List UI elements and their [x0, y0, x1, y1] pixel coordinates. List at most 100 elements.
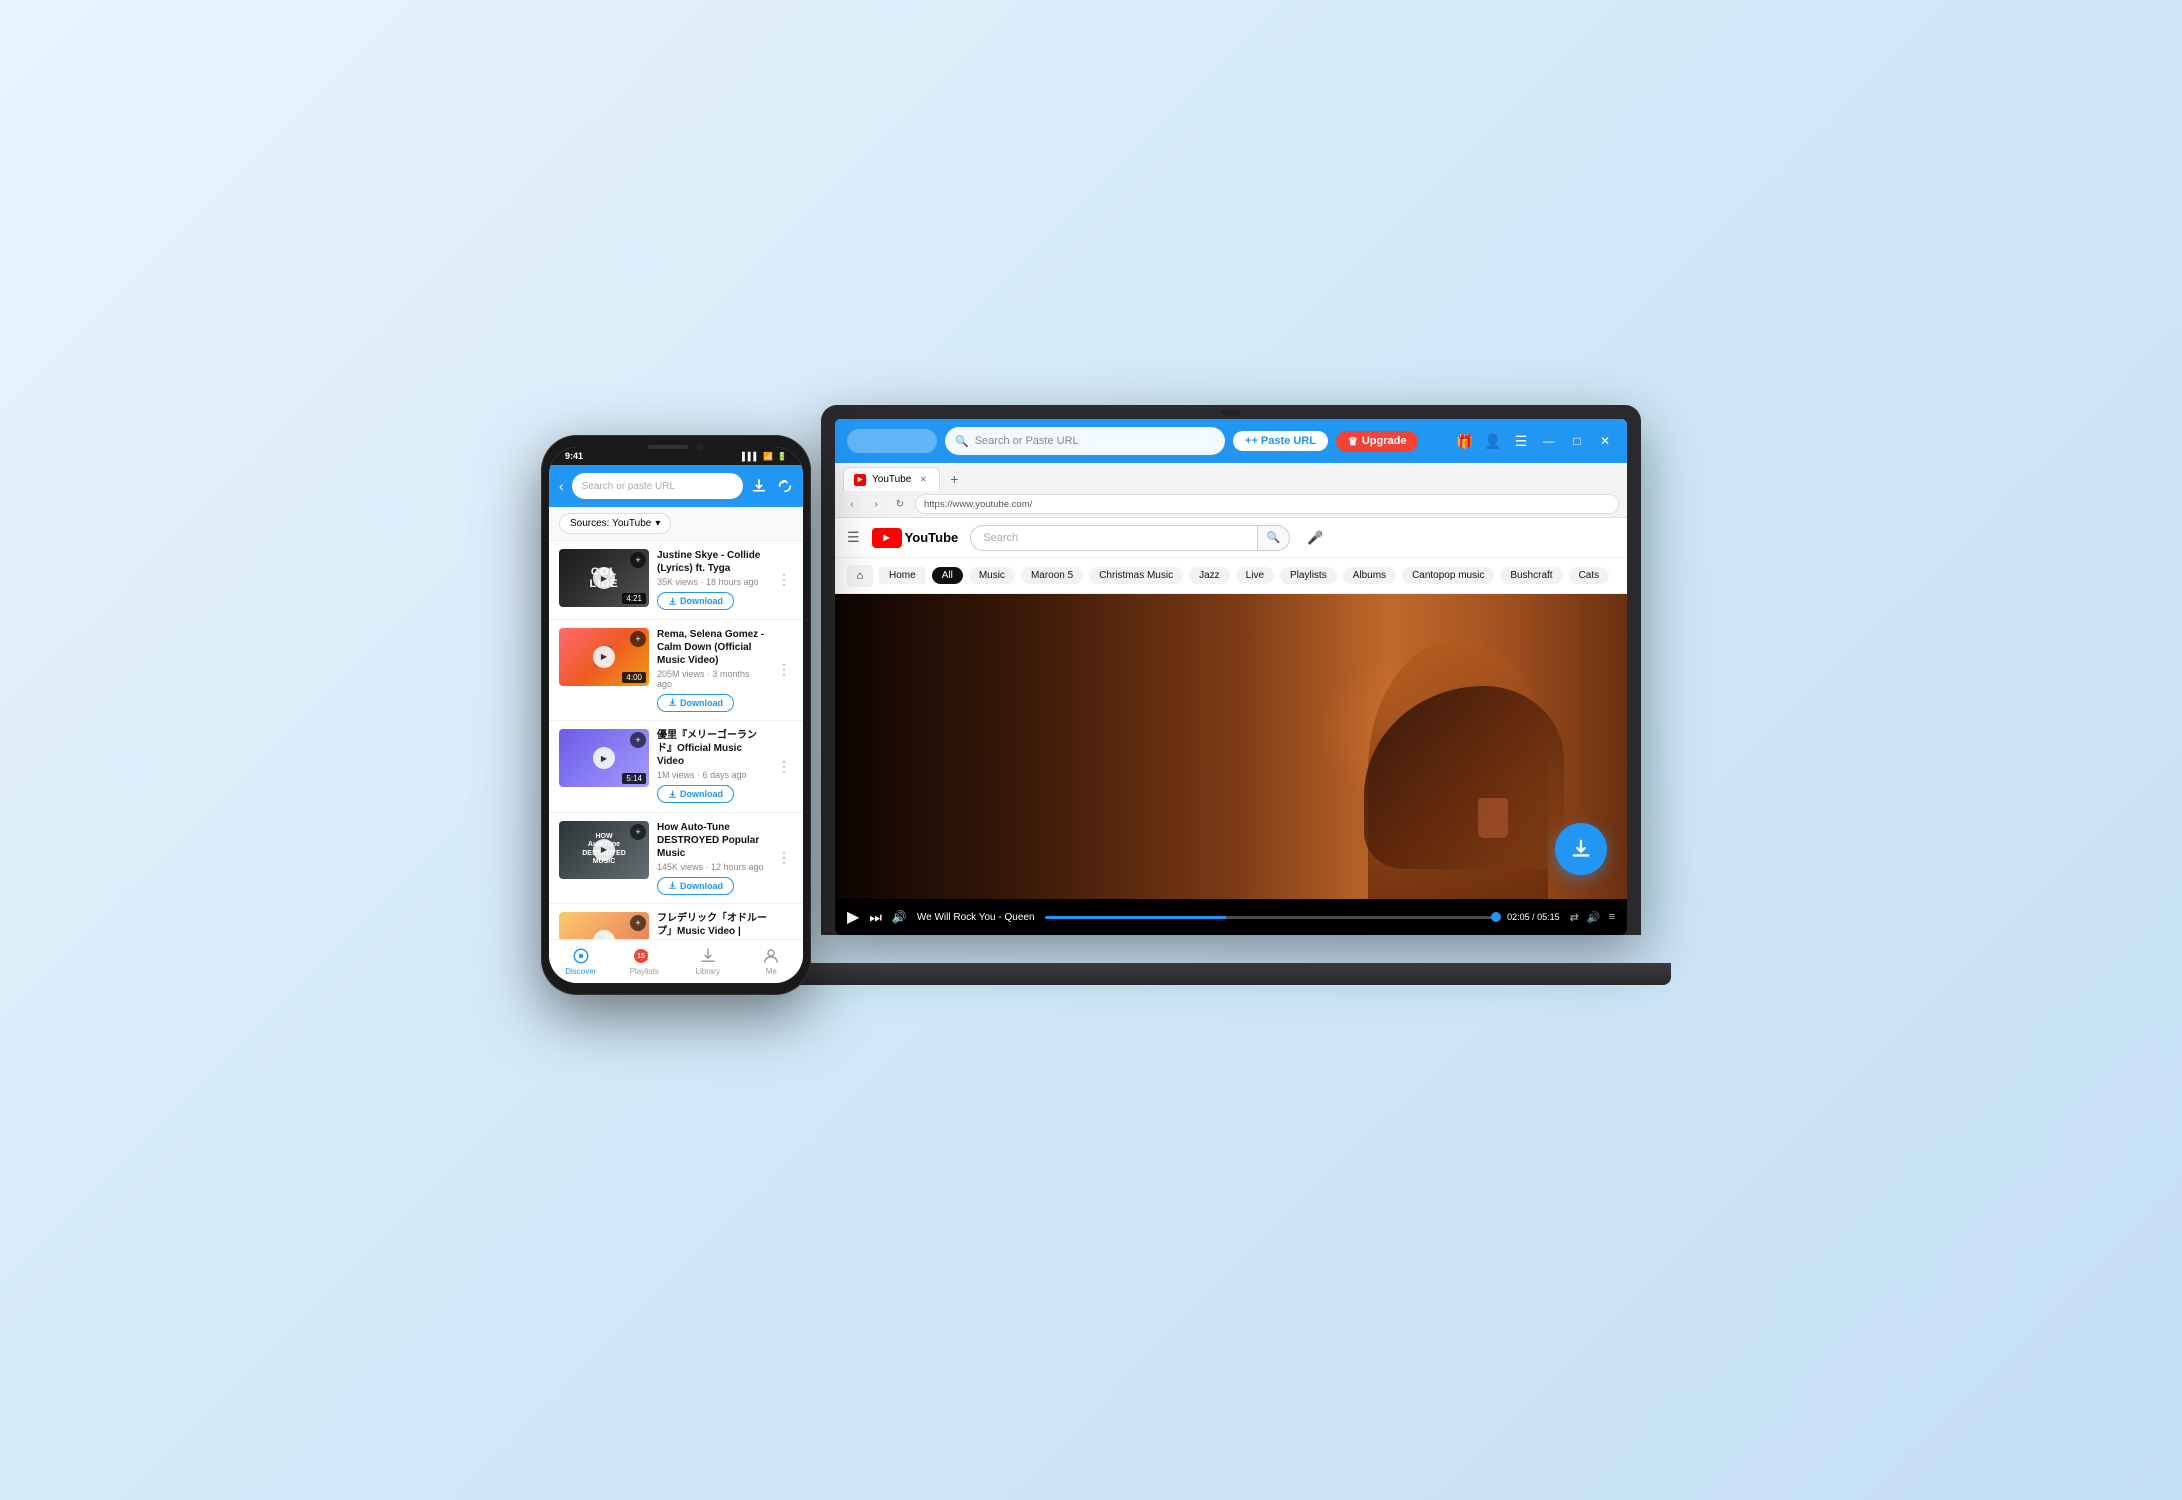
gift-icon[interactable]: 🎁	[1455, 431, 1475, 451]
filter-jazz[interactable]: Jazz	[1189, 567, 1230, 584]
add-to-playlist-3[interactable]: +	[630, 732, 646, 748]
menu-icon[interactable]: ☰	[1511, 431, 1531, 451]
list-item: + 🎭 ▶ フレデリック「オドループ」Music Video | Frederi…	[549, 904, 803, 939]
play-overlay-1[interactable]: ▶	[593, 567, 615, 589]
dl-icon-2	[668, 698, 677, 707]
add-to-playlist-4[interactable]: +	[630, 824, 646, 840]
me-icon	[762, 947, 780, 965]
youtube-search-input[interactable]: Search	[970, 525, 1258, 551]
video-controls-bar: ▶ ⏭ 🔊 We Will Rock You - Queen	[835, 899, 1627, 935]
video-info-3: 優里『メリーゴーランド』Official Music Video 1M view…	[657, 729, 767, 804]
download-button-3[interactable]: Download	[657, 785, 734, 803]
nav-library[interactable]: Library	[676, 947, 740, 976]
dl-icon-3	[668, 790, 677, 799]
sources-selector[interactable]: Sources: YouTube ▾	[559, 513, 671, 534]
phone-bottom-nav: Discover 15 Playlists L	[549, 939, 803, 983]
volume-button[interactable]: 🔊	[892, 910, 907, 924]
more-options-1[interactable]: ⋮	[775, 571, 793, 588]
browser-forward-button[interactable]: ›	[867, 495, 885, 513]
thumbnail-4: + HOWAutoTuneDESTROYEDMUSIC ▶	[559, 821, 649, 879]
upgrade-button[interactable]: ♛ Upgrade	[1336, 431, 1419, 452]
signal-icon: ▌▌▌	[742, 452, 759, 461]
more-options-3[interactable]: ⋮	[775, 758, 793, 775]
download-button-2[interactable]: Download	[657, 694, 734, 712]
play-overlay-4[interactable]: ▶	[593, 839, 615, 861]
floating-download-button[interactable]	[1555, 823, 1607, 875]
nav-playlists[interactable]: 15 Playlists	[613, 947, 677, 976]
volume-icon-2[interactable]: 🔊	[1587, 911, 1601, 924]
video-info-5: フレデリック「オドループ」Music Video | Frederic "odd…	[657, 912, 767, 939]
more-options-4[interactable]: ⋮	[775, 849, 793, 866]
thumbnail-container-5: + 🎭 ▶	[559, 912, 649, 939]
search-icon: 🔍	[955, 435, 969, 448]
youtube-logo: ▶ YouTube	[872, 528, 959, 548]
play-overlay-2[interactable]: ▶	[593, 646, 615, 668]
discover-label: Discover	[565, 967, 596, 976]
filter-cantopop[interactable]: Cantopop music	[1402, 567, 1494, 584]
search-bar-laptop[interactable]: 🔍 Search or Paste URL	[945, 427, 1225, 455]
add-to-playlist-5[interactable]: +	[630, 915, 646, 931]
video-info-4: How Auto-Tune DESTROYED Popular Music 14…	[657, 821, 767, 896]
more-options-2[interactable]: ⋮	[775, 661, 793, 678]
filter-bushcraft[interactable]: Bushcraft	[1500, 567, 1562, 584]
play-overlay-3[interactable]: ▶	[593, 747, 615, 769]
battery-icon: 🔋	[777, 452, 787, 461]
laptop-screen: 🔍 Search or Paste URL + + Paste URL ♛ Up…	[835, 419, 1627, 935]
extra-controls: ⇄ 🔊 ≡	[1570, 911, 1615, 924]
youtube-content-area: ▶ ⏭ 🔊 We Will Rock You - Queen	[835, 594, 1627, 935]
youtube-search-button[interactable]: 🔍	[1258, 525, 1290, 551]
skip-button[interactable]: ⏭	[869, 909, 882, 926]
filter-cats[interactable]: Cats	[1569, 567, 1610, 584]
song-title: We Will Rock You - Queen	[917, 912, 1035, 923]
phone-search-bar[interactable]: Search or paste URL	[572, 473, 743, 499]
list-item: + COLLIDE ▶ 4:21 Justine Skye - Collide …	[549, 541, 803, 620]
address-bar[interactable]: https://www.youtube.com/	[915, 494, 1619, 514]
filter-live[interactable]: Live	[1236, 567, 1274, 584]
youtube-page: ☰ ▶ YouTube Search 🔍	[835, 518, 1627, 935]
progress-bar[interactable]	[1045, 916, 1498, 919]
phone-header-icons	[751, 478, 793, 494]
microphone-icon[interactable]: 🎤	[1302, 525, 1328, 551]
tab-close-button[interactable]: ✕	[917, 474, 929, 486]
phone-refresh-icon[interactable]	[777, 478, 793, 494]
paste-url-button[interactable]: + + Paste URL	[1233, 431, 1328, 451]
add-to-playlist-1[interactable]: +	[630, 552, 646, 568]
shuffle-icon[interactable]: ⇄	[1570, 911, 1579, 924]
play-button[interactable]: ▶	[847, 907, 859, 927]
browser-back-button[interactable]: ‹	[843, 495, 861, 513]
youtube-tab[interactable]: ▶ YouTube ✕	[843, 467, 940, 491]
download-button-1[interactable]: Download	[657, 592, 734, 610]
video-title-1: Justine Skye - Collide (Lyrics) ft. Tyga	[657, 549, 767, 575]
add-to-playlist-2[interactable]: +	[630, 631, 646, 647]
thumbnail-5: + 🎭 ▶	[559, 912, 649, 939]
topbar-icons: 🎁 👤 ☰ — □ ✕	[1455, 431, 1615, 451]
list-item: + 🎵 ▶ 4:00 Rema, Selena Gomez - Calm Dow…	[549, 620, 803, 722]
filter-music[interactable]: Music	[969, 567, 1015, 584]
filter-maroon5[interactable]: Maroon 5	[1021, 567, 1083, 584]
nav-discover[interactable]: Discover	[549, 947, 613, 976]
hamburger-icon[interactable]: ☰	[847, 529, 860, 546]
video-thumbnail[interactable]	[835, 594, 1627, 899]
phone-download-icon[interactable]	[751, 478, 767, 494]
filter-playlists[interactable]: Playlists	[1280, 567, 1337, 584]
phone-back-button[interactable]: ‹	[559, 478, 564, 494]
browser-refresh-button[interactable]: ↻	[891, 495, 909, 513]
home-label-pill[interactable]: Home	[879, 567, 926, 584]
queue-icon[interactable]: ≡	[1609, 911, 1615, 924]
filter-christmas[interactable]: Christmas Music	[1089, 567, 1183, 584]
nav-me[interactable]: Me	[740, 947, 804, 976]
maximize-icon[interactable]: □	[1567, 431, 1587, 451]
library-icon	[699, 947, 717, 965]
user-icon[interactable]: 👤	[1483, 431, 1503, 451]
thumbnail-container-1: + COLLIDE ▶ 4:21	[559, 549, 649, 607]
download-button-4[interactable]: Download	[657, 877, 734, 895]
home-pill[interactable]: ⌂	[847, 565, 873, 587]
filter-albums[interactable]: Albums	[1343, 567, 1396, 584]
new-tab-button[interactable]: +	[944, 469, 964, 489]
list-item: + HOWAutoTuneDESTROYEDMUSIC ▶ How Auto-T…	[549, 813, 803, 905]
close-icon[interactable]: ✕	[1595, 431, 1615, 451]
minimize-icon[interactable]: —	[1539, 431, 1559, 451]
laptop-frame: 🔍 Search or Paste URL + + Paste URL ♛ Up…	[821, 405, 1641, 935]
video-meta-3: 1M views · 6 days ago	[657, 770, 767, 780]
filter-all[interactable]: All	[932, 567, 963, 584]
